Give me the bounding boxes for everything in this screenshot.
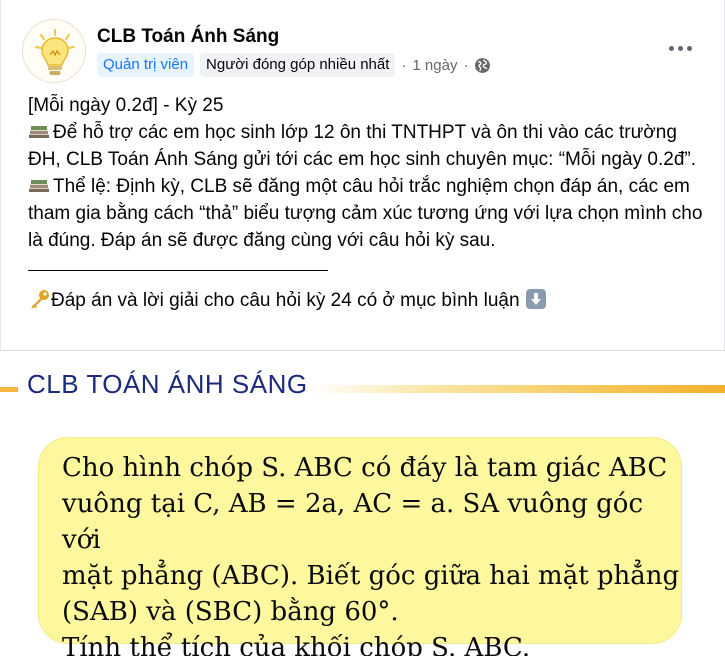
post-title: [Mỗi ngày 0.2đ] - Kỳ 25 — [28, 95, 224, 116]
books-icon — [28, 174, 50, 192]
intro-text: Để hỗ trợ các em học sinh lớp 12 ôn thi … — [28, 122, 696, 170]
more-options-icon — [668, 45, 674, 51]
accent-stripe — [306, 385, 725, 393]
key-icon — [28, 289, 50, 309]
text-separator — [28, 270, 328, 271]
group-name[interactable]: CLB Toán Ánh Sáng — [97, 26, 279, 48]
post-paragraph: Đáp án và lời giải cho câu hỏi kỳ 24 có … — [28, 287, 708, 314]
post-paragraph: Thể lệ: Định kỳ, CLB sẽ đăng một câu hỏi… — [28, 173, 708, 254]
post-time[interactable]: 1 ngày — [412, 57, 457, 74]
admin-badge[interactable]: Quản trị viên — [97, 53, 195, 77]
accent-stripe — [0, 387, 18, 392]
problem-text: Cho hình chóp S. ABC có đáy là tam giác … — [62, 453, 680, 656]
rules-text: Thể lệ: Định kỳ, CLB sẽ đăng một câu hỏi… — [28, 176, 703, 251]
more-options-icon — [686, 45, 692, 51]
post-image[interactable]: CLB TOÁN ÁNH SÁNG Cho hình chóp S. ABC c… — [0, 351, 725, 656]
post-paragraph: Để hỗ trợ các em học sinh lớp 12 ôn thi … — [28, 119, 708, 173]
lightbulb-logo-icon — [24, 21, 85, 82]
top-contributor-badge[interactable]: Người đóng góp nhiều nhất — [200, 53, 396, 77]
image-header: CLB TOÁN ÁNH SÁNG — [27, 369, 308, 399]
meta-separator: · — [463, 56, 469, 74]
books-icon — [28, 120, 50, 138]
meta-separator: · — [401, 56, 407, 74]
post-meta: Quản trị viên Người đóng góp nhiều nhất … — [97, 53, 491, 77]
more-options-icon — [677, 45, 683, 51]
post-card: CLB Toán Ánh Sáng Quản trị viên Người đó… — [0, 0, 725, 656]
post-text: [Mỗi ngày 0.2đ] - Kỳ 25 Để hỗ trợ các em… — [28, 92, 708, 314]
more-options-button[interactable] — [663, 36, 697, 60]
globe-icon[interactable] — [474, 57, 491, 74]
group-avatar[interactable] — [22, 19, 86, 83]
answer-note: Đáp án và lời giải cho câu hỏi kỳ 24 có … — [51, 290, 520, 311]
down-arrow-icon — [525, 289, 546, 309]
